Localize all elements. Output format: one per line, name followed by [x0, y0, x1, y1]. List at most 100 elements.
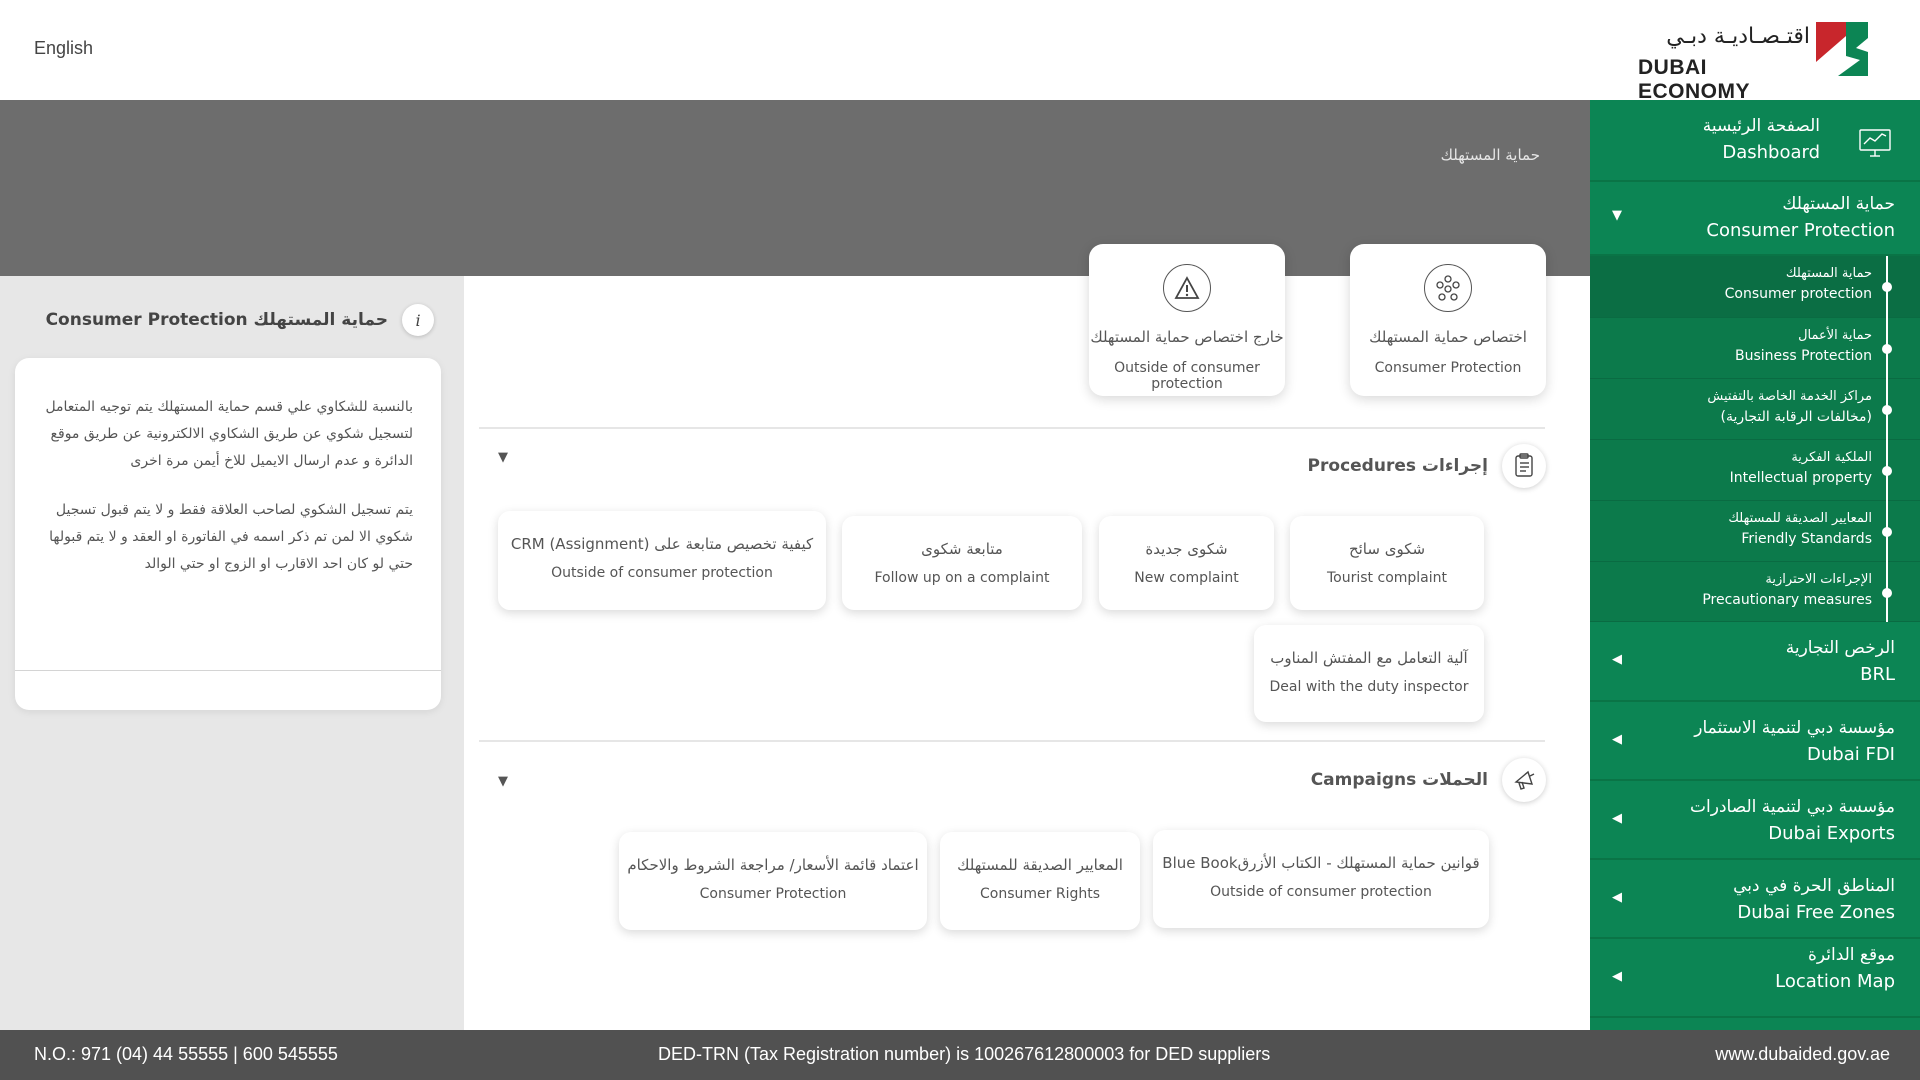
sidebar-sublabel-en: Friendly Standards	[1741, 531, 1872, 547]
procedures-collapse-caret[interactable]: ▼	[498, 450, 508, 465]
sidebar-label-en: Location Map	[1775, 971, 1895, 992]
sidebar: الصفحة الرئيسية Dashboard ▼ حماية المسته…	[1590, 100, 1920, 1030]
sidebar-label-ar: الصفحة الرئيسية	[1702, 116, 1820, 136]
sidebar-sublabel-en: (مخالفات الرقابة التجارية)	[1720, 409, 1872, 425]
section-divider	[479, 740, 1545, 742]
sidebar-item-brl[interactable]: ◀ الرخص التجارية BRL	[1590, 622, 1920, 702]
header: English اقتـصـاديـة دبـي DUBAI ECONOMY	[0, 0, 1920, 103]
tile-label-en: Consumer Protection	[699, 886, 847, 902]
tourist-complaint-tile[interactable]: شكوى سائح Tourist complaint	[1290, 516, 1484, 610]
sidebar-item-dubai-free-zones[interactable]: ◀ المناطق الحرة في دبي Dubai Free Zones	[1590, 860, 1920, 939]
chevron-down-icon: ▼	[1612, 208, 1622, 223]
sidebar-subitem-precautionary-measures[interactable]: الإجراءات الاحترازية Precautionary measu…	[1590, 562, 1920, 622]
dashboard-icon	[1859, 129, 1891, 157]
sidebar-label-ar: مؤسسة دبي لتنمية الاستثمار	[1694, 718, 1895, 738]
info-card: بالنسبة للشكاوي علي قسم حماية المستهلك ي…	[15, 358, 441, 710]
tile-label-ar: المعايير الصديقة للمستهلك	[957, 856, 1123, 874]
sidebar-item-consumer-protection[interactable]: ▼ حماية المستهلك Consumer Protection	[1590, 182, 1920, 256]
clipboard-icon	[1502, 444, 1546, 488]
outside-consumer-protection-card[interactable]: خارج اختصاص حماية المستهلك Outside of co…	[1089, 244, 1285, 396]
sidebar-subitem-intellectual-property[interactable]: الملكية الفكرية Intellectual property	[1590, 440, 1920, 501]
sidebar-sublabel-en: Consumer protection	[1724, 286, 1872, 302]
tile-label-en: Outside of consumer protection	[1210, 884, 1432, 900]
tree-dot	[1882, 344, 1892, 354]
sidebar-label-en: Consumer Protection	[1706, 220, 1895, 241]
sidebar-label-ar: الرخص التجارية	[1785, 638, 1895, 658]
tree-dot	[1882, 466, 1892, 476]
sidebar-label-ar: موقع الدائرة	[1807, 945, 1895, 965]
sidebar-sublabel-ar: المعايير الصديقة للمستهلك	[1728, 511, 1872, 526]
consumer-rights-tile[interactable]: المعايير الصديقة للمستهلك Consumer Right…	[940, 832, 1140, 930]
duty-inspector-tile[interactable]: آلية التعامل مع المفتش المناوب Deal with…	[1254, 625, 1484, 722]
footer-trn: DED-TRN (Tax Registration number) is 100…	[658, 1044, 1271, 1064]
card-label-ar: اختصاص حماية المستهلك	[1369, 328, 1527, 346]
sidebar-item-dubai-exports[interactable]: ◀ مؤسسة دبي لتنمية الصادرات Dubai Export…	[1590, 781, 1920, 860]
info-panel-header: Consumer Protection حماية المستهلك i	[46, 304, 434, 336]
sidebar-subitem-friendly-standards[interactable]: المعايير الصديقة للمستهلك Friendly Stand…	[1590, 501, 1920, 562]
sidebar-sublabel-ar: مراكز الخدمة الخاصة بالتفتيش	[1707, 389, 1872, 404]
banner-title: حماية المستهلك	[1440, 146, 1540, 164]
chevron-left-icon: ◀	[1612, 652, 1622, 667]
price-list-approval-tile[interactable]: اعتماد قائمة الأسعار/ مراجعة الشروط والا…	[619, 832, 927, 930]
sidebar-label-ar: مؤسسة دبي لتنمية الصادرات	[1690, 797, 1895, 817]
sidebar-subitem-consumer-protection[interactable]: حماية المستهلك Consumer protection	[1590, 256, 1920, 318]
sidebar-label-en: Dubai Exports	[1768, 823, 1895, 844]
logo-english-text: DUBAI ECONOMY	[1638, 56, 1751, 103]
tile-label-ar: اعتماد قائمة الأسعار/ مراجعة الشروط والا…	[627, 856, 919, 874]
sidebar-sublabel-ar: حماية الأعمال	[1798, 328, 1872, 343]
procedures-title: Procedures إجراءات	[1307, 456, 1488, 476]
info-icon[interactable]: i	[402, 304, 434, 336]
info-paragraph-2: يتم تسجيل الشكوي لصاحب العلاقة فقط و لا …	[49, 502, 413, 572]
sidebar-label-ar: حماية المستهلك	[1782, 194, 1895, 214]
tile-label-en: Deal with the duty inspector	[1269, 679, 1469, 695]
footer: N.O.: 971 (04) 44 55555 | 600 545555 DED…	[0, 1030, 1920, 1080]
sidebar-subitem-inspection-centers[interactable]: مراكز الخدمة الخاصة بالتفتيش (مخالفات ال…	[1590, 379, 1920, 440]
footer-phone: N.O.: 971 (04) 44 55555 | 600 545555	[34, 1044, 338, 1064]
sidebar-sublabel-en: Intellectual property	[1729, 470, 1872, 486]
sidebar-label-en: BRL	[1860, 664, 1895, 685]
tile-label-ar: قوانين حماية المستهلك - الكتاب الأزرقBlu…	[1162, 854, 1480, 872]
sidebar-item-dubai-fdi[interactable]: ◀ مؤسسة دبي لتنمية الاستثمار Dubai FDI	[1590, 702, 1920, 781]
sidebar-sublabel-ar: الإجراءات الاحترازية	[1765, 572, 1872, 587]
sidebar-sublabel-ar: الملكية الفكرية	[1791, 450, 1872, 465]
language-toggle[interactable]: English	[34, 38, 93, 59]
sidebar-label-en: Dubai FDI	[1807, 744, 1895, 765]
follow-up-complaint-tile[interactable]: متابعة شكوى Follow up on a complaint	[842, 516, 1082, 610]
tile-label-en: Tourist complaint	[1327, 570, 1447, 586]
info-panel: Consumer Protection حماية المستهلك i بال…	[0, 276, 464, 1030]
chevron-left-icon: ◀	[1612, 811, 1622, 826]
footer-website-link[interactable]: www.dubaided.gov.ae	[1715, 1044, 1890, 1065]
sidebar-item-dashboard[interactable]: الصفحة الرئيسية Dashboard	[1590, 100, 1920, 182]
logo-mark-icon	[1816, 22, 1868, 76]
campaigns-title: Campaigns الحملات	[1310, 770, 1488, 790]
campaigns-header: Campaigns الحملات	[1311, 758, 1546, 802]
tile-label-en: Follow up on a complaint	[874, 570, 1050, 586]
network-icon	[1424, 264, 1472, 312]
tree-dot	[1882, 282, 1892, 292]
card-label-ar: خارج اختصاص حماية المستهلك	[1090, 328, 1284, 346]
sidebar-sublabel-en: Precautionary measures	[1702, 592, 1872, 608]
logo-arabic-text: اقتـصـاديـة دبـي	[1666, 24, 1810, 49]
tile-label-ar: آلية التعامل مع المفتش المناوب	[1270, 649, 1468, 667]
tile-label-ar: شكوى سائح	[1348, 540, 1426, 558]
sidebar-label-en: Dashboard	[1722, 142, 1820, 163]
tile-label-ar: شكوى جديدة	[1145, 540, 1228, 558]
sidebar-item-location-map[interactable]: ◀ موقع الدائرة Location Map	[1590, 939, 1920, 1018]
tile-label-ar: كيفية تخصيص متابعة على CRM (Assignment)	[510, 535, 814, 553]
new-complaint-tile[interactable]: شكوى جديدة New complaint	[1099, 516, 1274, 610]
divider	[15, 670, 441, 671]
tile-label-en: Consumer Rights	[980, 886, 1100, 902]
dubai-economy-logo[interactable]: اقتـصـاديـة دبـي DUBAI ECONOMY	[1638, 20, 1868, 103]
consumer-protection-card[interactable]: اختصاص حماية المستهلك Consumer Protectio…	[1350, 244, 1546, 396]
sidebar-label-en: Dubai Free Zones	[1737, 902, 1895, 923]
sidebar-sublabel-en: Business Protection	[1734, 348, 1872, 364]
campaigns-collapse-caret[interactable]: ▼	[498, 774, 508, 789]
sidebar-subitem-business-protection[interactable]: حماية الأعمال Business Protection	[1590, 318, 1920, 379]
sidebar-label-ar: المناطق الحرة في دبي	[1733, 876, 1895, 896]
tile-label-en: New complaint	[1134, 570, 1239, 586]
tree-dot	[1882, 405, 1892, 415]
crm-assignment-tile[interactable]: كيفية تخصيص متابعة على CRM (Assignment) …	[498, 511, 826, 610]
tile-label-ar: متابعة شكوى	[921, 540, 1003, 558]
blue-book-tile[interactable]: قوانين حماية المستهلك - الكتاب الأزرقBlu…	[1153, 830, 1489, 928]
chevron-left-icon: ◀	[1612, 890, 1622, 905]
